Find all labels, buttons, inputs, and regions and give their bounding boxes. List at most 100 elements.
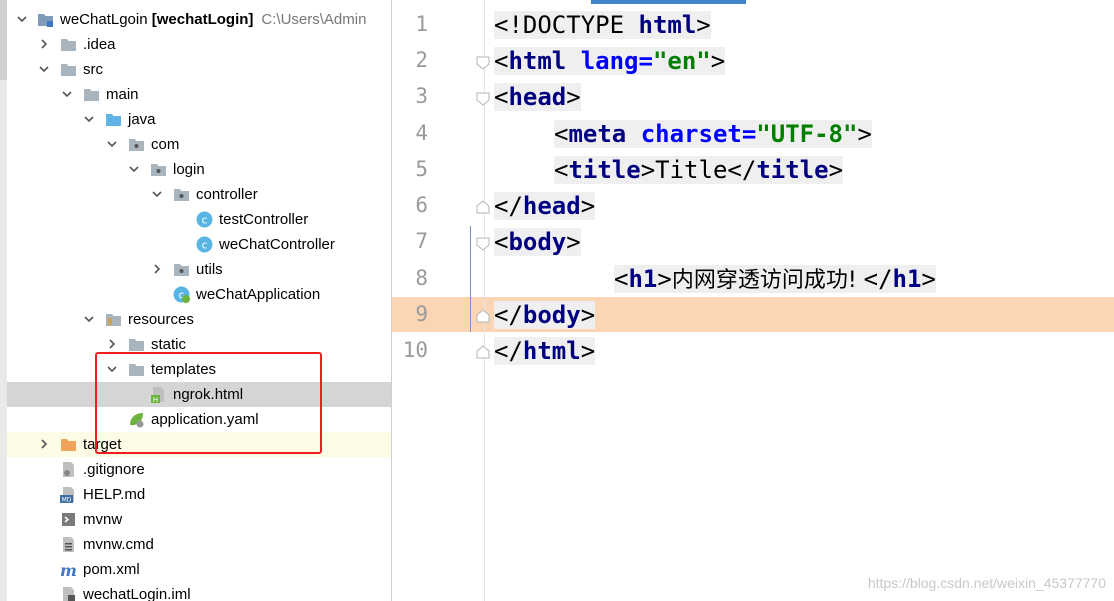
code-line-1[interactable]: <!DOCTYPE html> <box>494 8 711 42</box>
tree-item-wechatcontroller[interactable]: c weChatController <box>7 232 391 257</box>
code-token: < <box>494 47 509 75</box>
chevron-right-icon[interactable] <box>37 37 51 51</box>
module-file-icon <box>60 586 77 601</box>
code-token: < <box>614 265 629 293</box>
chevron-right-icon[interactable] <box>105 337 119 351</box>
tree-item-label: weChatController <box>219 236 335 253</box>
chevron-down-icon[interactable] <box>82 112 96 126</box>
svg-text:c: c <box>201 214 207 227</box>
tree-item-gitignore[interactable]: .gitignore <box>7 457 391 482</box>
code-token: h1 <box>628 265 658 293</box>
code-token: title <box>756 156 829 184</box>
code-line-8[interactable]: <h1>内网穿透访问成功! </h1> <box>614 262 936 296</box>
tree-item-idea[interactable]: .idea <box>7 32 391 57</box>
tree-item-java[interactable]: java <box>7 107 391 132</box>
tree-item-wechatapplication[interactable]: c weChatApplication <box>7 282 391 307</box>
java-class-icon: c <box>196 211 213 228</box>
code-token: html <box>508 47 581 75</box>
tree-item-help-md[interactable]: MD HELP.md <box>7 482 391 507</box>
tree-item-main[interactable]: main <box>7 82 391 107</box>
tree-item-label: com <box>151 136 180 153</box>
chevron-down-icon[interactable] <box>60 87 74 101</box>
tree-item-login[interactable]: login <box>7 157 391 182</box>
code-line-4[interactable]: <meta charset="UTF-8"> <box>554 117 872 151</box>
folder-icon <box>60 61 77 78</box>
code-token: </ <box>727 156 757 184</box>
svg-text:H: H <box>153 396 158 403</box>
chevron-down-icon[interactable] <box>82 312 96 326</box>
code-token: > <box>566 228 581 256</box>
gutter-separator <box>484 0 485 601</box>
tree-item-com[interactable]: com <box>7 132 391 157</box>
tree-item-label: .gitignore <box>83 461 145 478</box>
resources-folder-icon <box>105 311 122 328</box>
tree-item-application-yaml[interactable]: application.yaml <box>7 407 391 432</box>
tree-item-utils[interactable]: utils <box>7 257 391 282</box>
spring-config-icon <box>128 411 145 428</box>
fold-end-icon[interactable] <box>476 200 490 214</box>
scrollbar-thumb[interactable] <box>0 0 7 80</box>
code-line-7[interactable]: <body> <box>494 225 581 259</box>
code-token: > <box>657 265 672 293</box>
chevron-right-icon[interactable] <box>150 262 164 276</box>
spring-boot-class-icon: c <box>173 286 190 303</box>
tree-item-ngrok-html[interactable]: H ngrok.html <box>7 382 391 407</box>
gitignore-file-icon <box>60 461 77 478</box>
code-token: > <box>921 265 936 293</box>
tree-item-static[interactable]: static <box>7 332 391 357</box>
line-number: 1 <box>415 12 428 36</box>
fold-marker-icon[interactable] <box>476 92 490 106</box>
chevron-down-icon[interactable] <box>15 12 29 26</box>
code-token: title <box>568 156 641 184</box>
line-number: 8 <box>415 266 428 290</box>
code-token: > <box>828 156 844 184</box>
code-token: < <box>494 83 509 111</box>
code-token: <!DOCTYPE <box>494 11 639 39</box>
java-class-icon: c <box>196 236 213 253</box>
tree-item-src[interactable]: src <box>7 57 391 82</box>
fold-end-icon[interactable] <box>476 345 490 359</box>
tree-item-templates[interactable]: templates <box>7 357 391 382</box>
code-token: < <box>494 228 509 256</box>
tree-root[interactable]: weChatLgoin [wechatLogin] C:\Users\Admin <box>7 7 391 32</box>
tree-item-label: mvnw.cmd <box>83 536 154 553</box>
fold-marker-icon[interactable] <box>476 56 490 70</box>
line-number: 5 <box>415 157 428 181</box>
code-line-5[interactable]: <title>Title</title> <box>554 153 844 187</box>
chevron-down-icon[interactable] <box>150 187 164 201</box>
svg-text:c: c <box>201 239 207 252</box>
html-file-icon: H <box>150 386 167 404</box>
code-token: </ <box>494 337 523 365</box>
tree-item-testcontroller[interactable]: c testController <box>7 207 391 232</box>
chevron-down-icon[interactable] <box>37 62 51 76</box>
tree-item-mvnw[interactable]: mvnw <box>7 507 391 532</box>
source-folder-icon <box>105 111 122 128</box>
tree-item-iml[interactable]: wechatLogin.iml <box>7 582 391 601</box>
folder-icon <box>128 361 145 378</box>
svg-text:MD: MD <box>62 497 72 504</box>
chevron-down-icon[interactable] <box>127 162 141 176</box>
code-line-2[interactable]: <html lang="en"> <box>494 44 726 78</box>
code-line-9[interactable]: </body> <box>494 298 596 332</box>
code-token: < <box>554 156 569 184</box>
tree-item-resources[interactable]: resources <box>7 307 391 332</box>
tree-item-label: static <box>151 336 187 353</box>
chevron-down-icon[interactable] <box>105 362 119 376</box>
scrollbar-track[interactable] <box>0 0 7 601</box>
code-line-3[interactable]: <head> <box>494 80 581 114</box>
tree-item-mvnw-cmd[interactable]: mvnw.cmd <box>7 532 391 557</box>
tree-item-label: target <box>83 436 122 453</box>
code-token: > <box>696 11 711 39</box>
tree-item-pom-xml[interactable]: m pom.xml <box>7 557 391 582</box>
fold-marker-icon[interactable] <box>476 237 490 251</box>
chevron-down-icon[interactable] <box>105 137 119 151</box>
code-token: </ <box>494 301 523 329</box>
code-editor[interactable]: 1 2 3 4 5 6 7 8 9 10 <!DOCTYPE html> <ht… <box>392 0 1114 601</box>
fold-end-icon[interactable] <box>476 309 490 323</box>
tree-item-controller[interactable]: controller <box>7 182 391 207</box>
line-number: 4 <box>415 121 428 145</box>
tree-item-target[interactable]: target <box>7 432 391 457</box>
code-line-10[interactable]: </html> <box>494 334 596 368</box>
code-line-6[interactable]: </head> <box>494 189 596 223</box>
chevron-right-icon[interactable] <box>37 437 51 451</box>
